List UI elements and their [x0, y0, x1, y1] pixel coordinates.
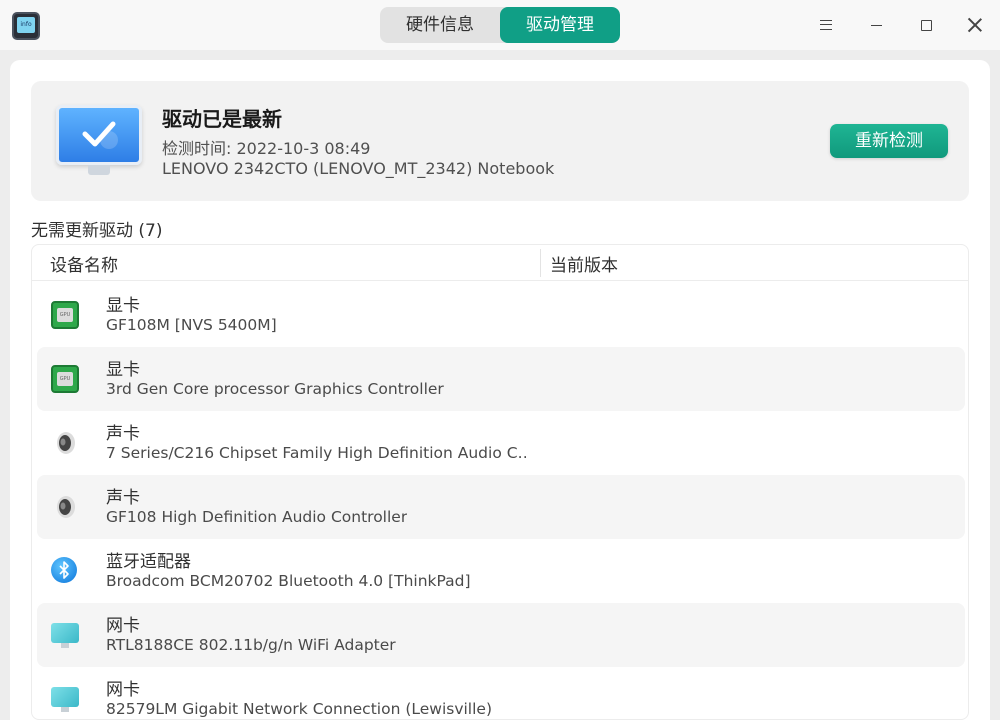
section-title: 无需更新驱动 (7): [31, 221, 163, 241]
table-row[interactable]: GPU 显卡 3rd Gen Core processor Graphics C…: [37, 347, 965, 411]
table-row[interactable]: 网卡 RTL8188CE 802.11b/g/n WiFi Adapter: [37, 603, 965, 667]
driver-status-card: 驱动已是最新 检测时间: 2022-10-3 08:49 LENOVO 2342…: [31, 81, 969, 201]
tab-switcher: 硬件信息 驱动管理: [380, 7, 620, 43]
row-device: 82579LM Gigabit Network Connection (Lewi…: [106, 700, 493, 718]
network-icon: [51, 685, 81, 715]
check-time: 检测时间: 2022-10-3 08:49: [162, 139, 371, 158]
row-category: 显卡: [106, 360, 140, 380]
row-device: GF108M [NVS 5400M]: [106, 316, 277, 334]
title-bar: info 硬件信息 驱动管理: [0, 0, 1000, 50]
gpu-icon: GPU: [51, 301, 81, 331]
close-icon: [968, 18, 982, 32]
speaker-icon: [51, 429, 81, 459]
app-logo-icon: info: [12, 12, 40, 40]
row-category: 声卡: [106, 488, 140, 508]
row-device: Broadcom BCM20702 Bluetooth 4.0 [ThinkPa…: [106, 572, 471, 590]
row-device: 3rd Gen Core processor Graphics Controll…: [106, 380, 444, 398]
row-device: RTL8188CE 802.11b/g/n WiFi Adapter: [106, 636, 396, 654]
tab-driver-management[interactable]: 驱动管理: [500, 7, 620, 43]
gpu-icon: GPU: [51, 365, 81, 395]
row-category: 显卡: [106, 296, 140, 316]
minimize-icon: [870, 24, 882, 26]
row-device: GF108 High Definition Audio Controller: [106, 508, 408, 526]
row-category: 网卡: [106, 616, 140, 636]
column-divider: [540, 249, 541, 277]
bluetooth-icon: [51, 557, 81, 587]
device-model: LENOVO 2342CTO (LENOVO_MT_2342) Notebook: [162, 159, 555, 178]
status-title: 驱动已是最新: [162, 107, 282, 131]
row-category: 声卡: [106, 424, 140, 444]
recheck-button[interactable]: 重新检测: [830, 124, 948, 158]
table-row[interactable]: GPU 显卡 GF108M [NVS 5400M]: [37, 283, 965, 347]
menu-button[interactable]: [811, 10, 841, 40]
table-row[interactable]: 网卡 82579LM Gigabit Network Connection (L…: [37, 667, 965, 719]
monitor-check-icon: [56, 105, 142, 175]
minimize-button[interactable]: [861, 10, 891, 40]
main-panel: 驱动已是最新 检测时间: 2022-10-3 08:49 LENOVO 2342…: [10, 60, 990, 720]
column-device-name[interactable]: 设备名称: [50, 251, 118, 276]
table-row[interactable]: 蓝牙适配器 Broadcom BCM20702 Bluetooth 4.0 [T…: [37, 539, 965, 603]
column-current-version[interactable]: 当前版本: [550, 251, 618, 276]
row-category: 网卡: [106, 680, 140, 700]
speaker-icon: [51, 493, 81, 523]
driver-list: GPU 显卡 GF108M [NVS 5400M] GPU 显卡 3rd Gen…: [37, 283, 965, 719]
close-button[interactable]: [960, 10, 990, 40]
hamburger-menu-icon: [820, 20, 832, 30]
table-header: 设备名称 当前版本: [32, 245, 968, 281]
maximize-icon: [920, 19, 932, 31]
network-icon: [51, 621, 81, 651]
maximize-button[interactable]: [911, 10, 941, 40]
driver-table: 设备名称 当前版本 GPU 显卡 GF108M [NVS 5400M] GPU …: [31, 244, 969, 720]
table-row[interactable]: 声卡 GF108 High Definition Audio Controlle…: [37, 475, 965, 539]
table-row[interactable]: 声卡 7 Series/C216 Chipset Family High Def…: [37, 411, 965, 475]
tab-hardware-info[interactable]: 硬件信息: [380, 7, 500, 43]
row-category: 蓝牙适配器: [106, 552, 191, 572]
row-device: 7 Series/C216 Chipset Family High Defini…: [106, 444, 526, 462]
